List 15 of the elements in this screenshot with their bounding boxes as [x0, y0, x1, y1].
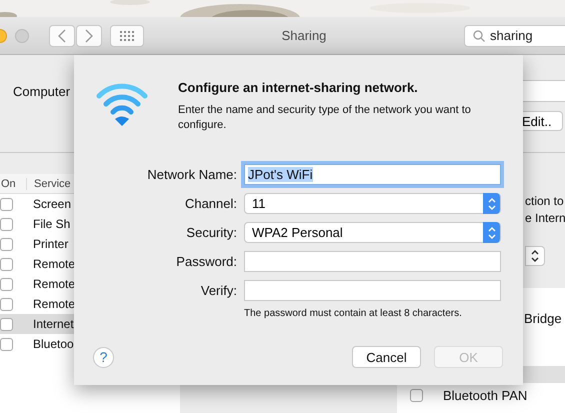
computer-name-label: Computer	[13, 84, 70, 99]
column-header: On	[0, 178, 27, 190]
hint-text: The password must contain at least 8 characters.	[244, 308, 463, 319]
description-text: e Intern	[525, 211, 565, 225]
field-label: Network Name:	[146, 167, 237, 182]
field-label: Security:	[185, 225, 237, 240]
window-title: Sharing	[280, 28, 328, 43]
field-label: Verify:	[200, 283, 237, 298]
dialog-description: Enter the name and security type of the network you want to configure.	[178, 103, 472, 133]
column-header: Service	[33, 178, 71, 190]
dialog-title: Configure an internet-sharing network.	[178, 80, 419, 95]
description-text: ction to	[525, 194, 564, 208]
field-label: Channel:	[184, 196, 237, 211]
field-label: Password:	[175, 254, 237, 269]
port-label: Bluetooth PAN	[443, 388, 528, 402]
